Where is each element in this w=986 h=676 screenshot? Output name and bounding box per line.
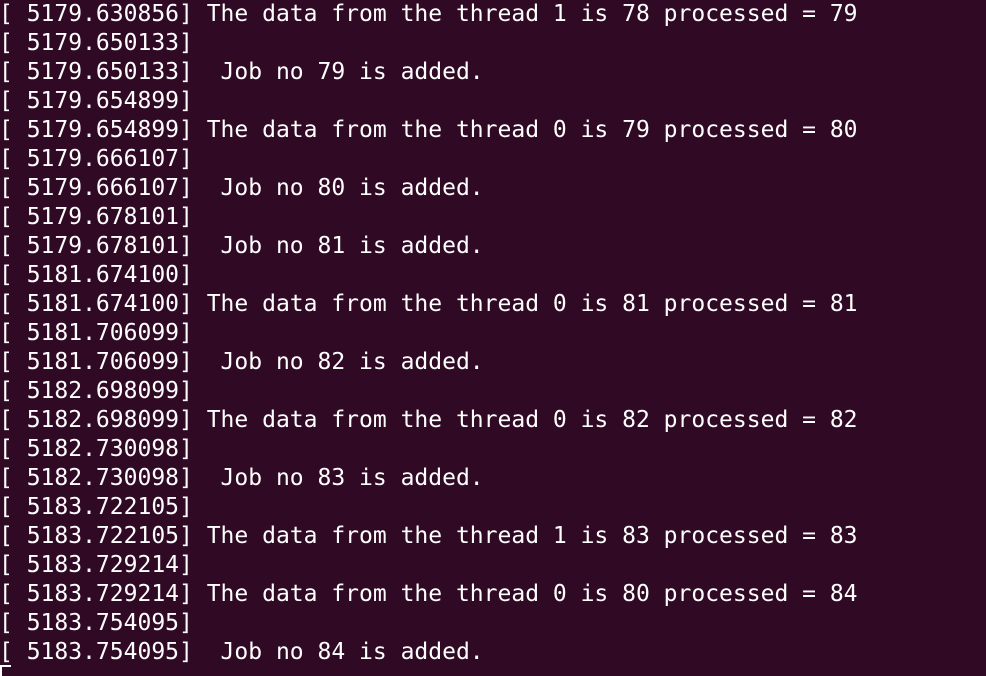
terminal-line: [ 5183.754095] Job no 84 is added. [0, 639, 484, 665]
terminal-line: [ 5182.698099] [0, 378, 193, 404]
terminal-cursor [0, 665, 11, 676]
terminal-line: [ 5183.729214] The data from the thread … [0, 581, 858, 607]
terminal-line: [ 5179.678101] Job no 81 is added. [0, 233, 484, 259]
terminal-line: [ 5179.650133] [0, 30, 193, 56]
terminal-line: [ 5182.698099] The data from the thread … [0, 407, 858, 433]
terminal-line: [ 5182.730098] Job no 83 is added. [0, 465, 484, 491]
terminal-line: [ 5179.630856] The data from the thread … [0, 1, 858, 27]
terminal-line: [ 5181.674100] [0, 262, 193, 288]
terminal-line: [ 5181.674100] The data from the thread … [0, 291, 858, 317]
terminal-line: [ 5179.678101] [0, 204, 193, 230]
terminal-line: [ 5179.654899] The data from the thread … [0, 117, 858, 143]
terminal-output: [ 5179.630856] The data from the thread … [0, 0, 986, 667]
terminal-line: [ 5181.706099] Job no 82 is added. [0, 349, 484, 375]
terminal-line: [ 5179.666107] [0, 146, 193, 172]
terminal-line: [ 5179.666107] Job no 80 is added. [0, 175, 484, 201]
terminal-line: [ 5182.730098] [0, 436, 193, 462]
terminal-line: [ 5179.654899] [0, 88, 193, 114]
terminal-window[interactable]: [ 5179.630856] The data from the thread … [0, 0, 986, 676]
terminal-line: [ 5181.706099] [0, 320, 193, 346]
terminal-line: [ 5183.722105] [0, 494, 193, 520]
terminal-line: [ 5183.722105] The data from the thread … [0, 523, 858, 549]
terminal-line: [ 5183.729214] [0, 552, 193, 578]
terminal-line: [ 5179.650133] Job no 79 is added. [0, 59, 484, 85]
terminal-line: [ 5183.754095] [0, 610, 193, 636]
